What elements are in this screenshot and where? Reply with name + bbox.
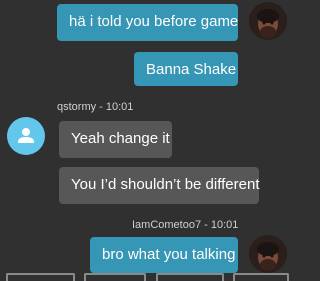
message-bubble-own[interactable]: hä i told you before game: [57, 4, 238, 41]
message-bubble-own[interactable]: Banna Shake: [134, 52, 238, 86]
contact-avatar[interactable]: [7, 117, 45, 155]
message-text: You I’d shouldn’t be different: [71, 176, 260, 193]
person-icon: [18, 128, 34, 143]
message-bubble-own[interactable]: bro what you talking: [90, 237, 238, 273]
user-photo-avatar-icon: [249, 235, 287, 273]
message-bubble-other[interactable]: Yeah change it: [59, 121, 172, 158]
action-button[interactable]: [6, 273, 75, 281]
message-sender-timestamp: qstormy - 10:01: [57, 101, 134, 113]
user-photo-avatar-icon: [249, 2, 287, 40]
message-sender-timestamp: IamCometoo7 - 10:01: [132, 219, 239, 231]
user-avatar[interactable]: [249, 2, 287, 40]
message-text: hä i told you before game: [69, 13, 239, 30]
message-text: bro what you talking: [102, 246, 236, 263]
action-button[interactable]: [84, 273, 146, 281]
message-text: Yeah change it: [71, 130, 170, 147]
action-button[interactable]: [156, 273, 224, 281]
message-bubble-other[interactable]: You I’d shouldn’t be different: [59, 167, 259, 204]
message-text: Banna Shake: [146, 61, 237, 78]
user-avatar[interactable]: [249, 235, 287, 273]
action-button[interactable]: [233, 273, 289, 281]
